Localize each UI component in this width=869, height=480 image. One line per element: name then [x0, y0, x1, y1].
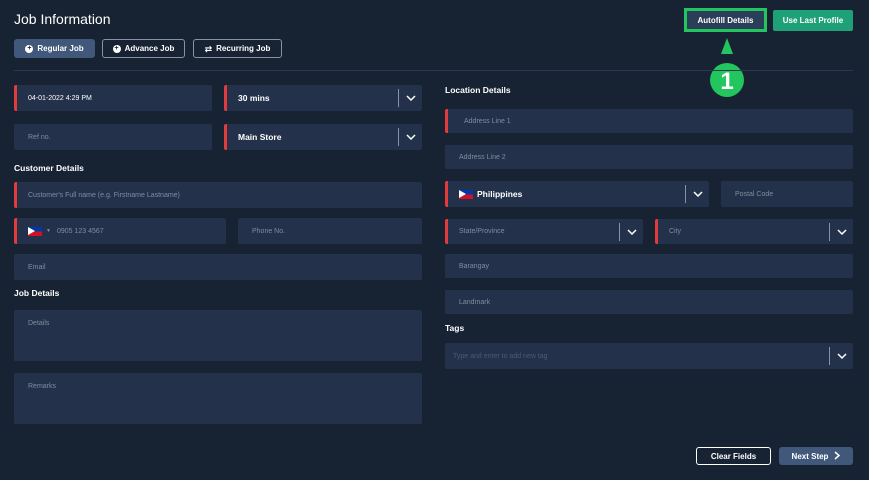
tags-input[interactable]: Type and enter to add new tag [445, 343, 853, 369]
store-value: Main Store [238, 132, 282, 142]
mobile-input[interactable]: ▼ 0905 123 4567 [14, 218, 226, 244]
mobile-placeholder: 0905 123 4567 [56, 227, 104, 235]
city-select[interactable]: City [655, 219, 853, 244]
chevron-down-icon[interactable] [829, 347, 853, 365]
email-placeholder: Email [28, 263, 46, 271]
landmark-placeholder: Landmark [459, 298, 491, 306]
use-last-profile-button[interactable]: Use Last Profile [773, 10, 853, 31]
tab-label: Advance Job [124, 44, 175, 53]
phone-input[interactable]: Phone No. [238, 218, 422, 244]
tab-advance-job[interactable]: + Advance Job [102, 39, 185, 58]
chevron-down-icon[interactable] [829, 223, 853, 241]
barangay-placeholder: Barangay [459, 262, 489, 270]
country-value: Philippines [477, 189, 523, 199]
duration-value: 30 mins [238, 93, 270, 103]
page-title: Job Information [14, 11, 111, 27]
caret-down-icon[interactable]: ▼ [46, 228, 51, 234]
datetime-value: 04-01-2022 4:29 PM [28, 94, 92, 102]
next-step-button[interactable]: Next Step [779, 447, 853, 465]
chevron-right-icon [834, 450, 841, 462]
tab-regular-job[interactable]: + Regular Job [14, 39, 95, 58]
tab-label: Regular Job [37, 44, 84, 53]
postal-code-input[interactable]: Postal Code [721, 181, 853, 207]
location-details-heading: Location Details [445, 85, 511, 95]
clear-fields-button[interactable]: Clear Fields [696, 447, 771, 465]
tags-placeholder: Type and enter to add new tag [453, 352, 548, 360]
refresh-icon: ⇄ [204, 43, 213, 54]
remarks-textarea[interactable]: Remarks [14, 373, 422, 424]
header-divider [14, 70, 853, 71]
phone-placeholder: Phone No. [252, 227, 286, 235]
remarks-placeholder: Remarks [28, 383, 57, 390]
city-placeholder: City [669, 228, 682, 235]
country-select[interactable]: Philippines [445, 181, 709, 207]
address-line-1-input[interactable]: Address Line 1 [445, 109, 853, 133]
ref-no-placeholder: Ref no. [28, 133, 51, 141]
barangay-input[interactable]: Barangay [445, 254, 853, 278]
store-select[interactable]: Main Store [224, 124, 422, 150]
tab-recurring-job[interactable]: ⇄ Recurring Job [193, 39, 282, 58]
tab-label: Recurring Job [216, 44, 271, 53]
chevron-down-icon[interactable] [398, 128, 422, 146]
tags-heading: Tags [445, 323, 465, 333]
philippines-flag-icon [459, 189, 473, 199]
customer-fullname-input[interactable]: Customer's Full name (e.g. Firstname Las… [14, 182, 422, 208]
chevron-down-icon[interactable] [398, 89, 422, 107]
address2-placeholder: Address Line 2 [459, 153, 506, 161]
plus-circle-icon: + [112, 44, 121, 53]
details-textarea[interactable]: Details [14, 310, 422, 361]
address1-placeholder: Address Line 1 [464, 117, 511, 125]
landmark-input[interactable]: Landmark [445, 290, 853, 314]
next-step-label: Next Step [791, 451, 829, 461]
job-details-heading: Job Details [14, 288, 60, 298]
step-marker: 1 [709, 38, 745, 98]
email-input[interactable]: Email [14, 254, 422, 280]
philippines-flag-icon[interactable] [28, 226, 42, 236]
datetime-field[interactable]: 04-01-2022 4:29 PM [14, 85, 212, 111]
customer-details-heading: Customer Details [14, 163, 84, 173]
fullname-placeholder: Customer's Full name (e.g. Firstname Las… [28, 191, 180, 199]
chevron-down-icon[interactable] [685, 185, 709, 203]
postal-placeholder: Postal Code [735, 190, 774, 198]
plus-circle-icon: + [25, 44, 34, 53]
autofill-details-button[interactable]: Autofill Details [684, 8, 767, 32]
details-placeholder: Details [28, 320, 50, 327]
address-line-2-input[interactable]: Address Line 2 [445, 145, 853, 169]
state-province-select[interactable]: State/Province [445, 219, 643, 244]
duration-select[interactable]: 30 mins [224, 85, 422, 111]
state-placeholder: State/Province [459, 228, 505, 235]
ref-no-input[interactable]: Ref no. [14, 124, 212, 150]
chevron-down-icon[interactable] [619, 223, 643, 241]
step-marker-number: 1 [720, 68, 733, 95]
